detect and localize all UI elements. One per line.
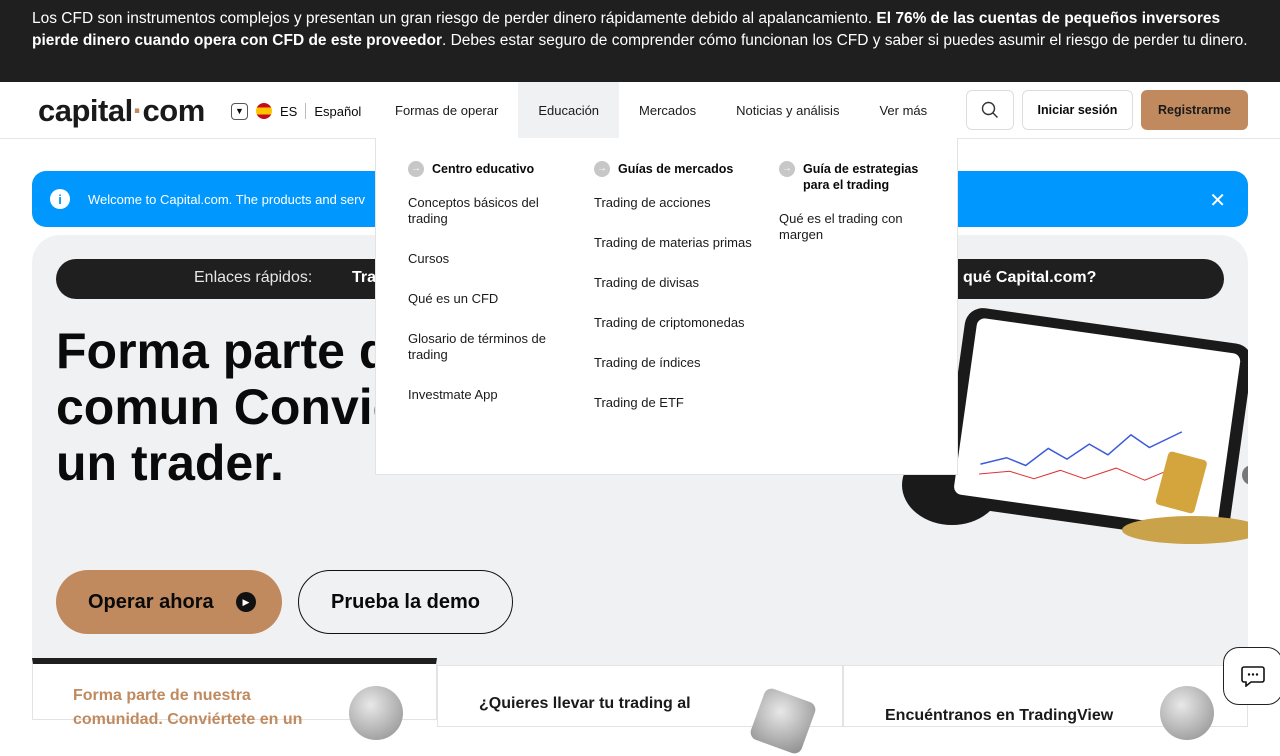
menu-link[interactable]: Investmate App (408, 387, 578, 403)
logo-dot: · (132, 93, 143, 128)
menu-column-education-center: → Centro educativo Conceptos básicos del … (408, 161, 578, 427)
site-header: capital·com ▼ ES Español Formas de opera… (0, 82, 1280, 139)
menu-heading-label: Guías de mercados (618, 162, 734, 176)
logo-main: capital (38, 93, 133, 128)
search-icon (981, 101, 998, 118)
menu-link[interactable]: Trading de ETF (594, 395, 764, 411)
risk-text-start: Los CFD son instrumentos complejos y pre… (32, 10, 877, 27)
community-card-title: Forma parte de nuestra comunidad. Convié… (73, 687, 303, 728)
menu-link[interactable]: Trading de índices (594, 355, 764, 371)
quick-link-trading[interactable]: Tra (352, 269, 376, 287)
login-button[interactable]: Iniciar sesión (1022, 90, 1133, 130)
nav-item-markets[interactable]: Mercados (619, 82, 716, 138)
divider (305, 103, 307, 119)
info-icon: i (50, 189, 70, 209)
chevron-down-icon[interactable]: ▼ (231, 102, 248, 120)
trade-now-button[interactable]: Operar ahora ▶ (56, 570, 282, 634)
close-icon[interactable]: ✕ (1209, 188, 1226, 213)
quick-links-label: Enlaces rápidos: (194, 269, 313, 286)
menu-heading-strategy-guide[interactable]: → Guía de estrategias para el trading (779, 161, 929, 193)
menu-heading-label: Guía de estrategias para el trading (803, 162, 919, 192)
menu-heading-market-guides[interactable]: → Guías de mercados (594, 161, 764, 177)
register-button[interactable]: Registrarme (1141, 90, 1248, 130)
menu-link[interactable]: Trading de materias primas (594, 235, 764, 251)
menu-link[interactable]: Qué es un CFD (408, 291, 578, 307)
chat-button[interactable] (1223, 647, 1280, 705)
risk-text-end: . Debes estar seguro de comprender cómo … (441, 32, 1248, 49)
menu-column-market-guides: → Guías de mercados Trading de acciones T… (594, 161, 764, 435)
logo-tld: com (142, 93, 206, 128)
nav-item-ways-to-trade[interactable]: Formas de operar (375, 82, 518, 138)
nav-item-education[interactable]: Educación (518, 82, 620, 138)
menu-column-strategy-guide: → Guía de estrategias para el trading Qué… (779, 161, 929, 267)
menu-link[interactable]: Trading de acciones (594, 195, 764, 211)
menu-link[interactable]: Glosario de términos de trading (408, 331, 578, 363)
main-nav: Formas de operar Educación Mercados Noti… (375, 82, 947, 138)
search-button[interactable] (966, 90, 1014, 130)
level-up-card-title: ¿Quieres llevar tu trading al (479, 695, 691, 712)
nav-item-news-analysis[interactable]: Noticias y análisis (716, 82, 859, 138)
tradingview-card-title: Encuéntranos en TradingView (885, 707, 1114, 724)
play-icon: ▶ (236, 592, 256, 612)
quick-link-why-capital[interactable]: qué Capital.com? (963, 269, 1096, 287)
growth-icon (349, 686, 403, 740)
nav-item-more[interactable]: Ver más (859, 82, 947, 138)
arrow-right-icon: → (408, 161, 424, 177)
risk-warning-banner: Los CFD son instrumentos complejos y pre… (0, 0, 1280, 82)
arrow-right-icon: → (779, 161, 795, 177)
trade-now-label: Operar ahora (88, 590, 214, 613)
tradingview-icon (1160, 686, 1214, 740)
tradingview-card[interactable]: Encuéntranos en TradingView (843, 665, 1248, 740)
arrow-right-icon: → (594, 161, 610, 177)
education-mega-menu: → Centro educativo Conceptos básicos del … (375, 138, 958, 475)
language-selector[interactable]: ▼ ES Español (231, 101, 361, 121)
graduation-cap-icon (748, 686, 818, 756)
language-name: Español (314, 103, 362, 119)
menu-link[interactable]: Trading de divisas (594, 275, 764, 291)
level-up-card[interactable]: ¿Quieres llevar tu trading al (437, 665, 843, 756)
menu-link[interactable]: Qué es el trading con margen (779, 211, 929, 243)
feature-cards: Forma parte de nuestra comunidad. Convié… (32, 658, 1248, 756)
menu-heading-label: Centro educativo (432, 162, 535, 176)
menu-link[interactable]: Trading de criptomonedas (594, 315, 764, 331)
logo[interactable]: capital·com (38, 93, 205, 129)
spain-flag-icon (256, 103, 272, 119)
menu-link[interactable]: Cursos (408, 251, 578, 267)
language-code: ES (280, 103, 298, 119)
chat-icon (1241, 666, 1265, 687)
try-demo-button[interactable]: Prueba la demo (298, 570, 513, 634)
menu-link[interactable]: Conceptos básicos del trading (408, 195, 578, 227)
community-card[interactable]: Forma parte de nuestra comunidad. Convié… (32, 658, 437, 740)
menu-heading-education-center[interactable]: → Centro educativo (408, 161, 578, 177)
welcome-text: Welcome to Capital.com. The products and… (88, 191, 365, 207)
